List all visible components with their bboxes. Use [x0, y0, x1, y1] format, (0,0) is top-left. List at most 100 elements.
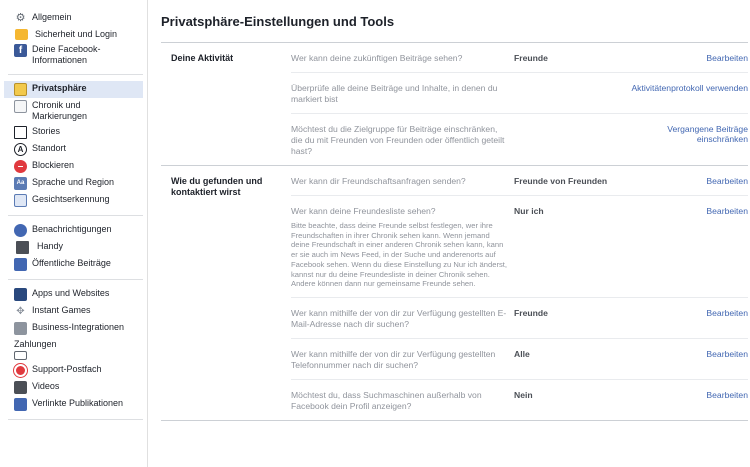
sidebar-item-label: Allgemein: [32, 12, 72, 22]
sidebar-item-instant-games[interactable]: ✥ Instant Games: [4, 303, 143, 320]
edit-link[interactable]: Bearbeiten: [619, 176, 748, 187]
lifebuoy-icon: [13, 363, 28, 378]
setting-row: Wer kann deine Freundesliste sehen? Bitt…: [291, 195, 748, 297]
sidebar-item-handy[interactable]: Handy: [4, 239, 143, 256]
timeline-icon: [14, 100, 27, 113]
setting-value: Alle: [514, 348, 530, 359]
section-gefunden-kontaktiert: Wie du gefunden und kontaktiert wirst We…: [161, 166, 748, 421]
setting-row: Möchtest du, dass Suchmaschinen außerhal…: [291, 378, 748, 420]
activity-log-link[interactable]: Aktivitätenprotokoll verwenden: [619, 83, 748, 105]
privacy-settings-panel: Privatsphäre-Einstellungen und Tools Dei…: [148, 0, 750, 467]
sidebar-divider: [8, 74, 143, 75]
sidebar-item-standort[interactable]: A Standort: [4, 141, 143, 158]
section-title: Wie du gefunden und kontaktiert wirst: [171, 176, 263, 197]
phone-icon: [16, 241, 29, 254]
sidebar-item-label: Öffentliche Beiträge: [32, 258, 111, 268]
sidebar-item-blockieren[interactable]: – Blockieren: [4, 158, 143, 175]
setting-question: Wer kann deine zukünftigen Beiträge sehe…: [291, 53, 463, 63]
setting-value: Freunde: [514, 53, 548, 63]
setting-row: Überprüfe alle deine Beiträge und Inhalt…: [291, 72, 748, 113]
sidebar-item-label: Instant Games: [32, 305, 91, 315]
film-icon: [14, 381, 27, 394]
business-icon: [14, 322, 27, 335]
edit-link[interactable]: Bearbeiten: [619, 349, 748, 371]
setting-question: Wer kann mithilfe der von dir zur Verfüg…: [291, 348, 496, 370]
setting-value: Freunde von Freunden: [514, 176, 608, 186]
sidebar-item-label: Apps und Websites: [32, 288, 110, 298]
settings-table: Deine Aktivität Wer kann deine zukünftig…: [161, 42, 748, 421]
setting-question: Möchtest du die Zielgruppe für Beiträge …: [291, 124, 505, 156]
sidebar-item-privatsphaere[interactable]: Privatsphäre: [4, 81, 143, 98]
setting-value: [514, 83, 619, 105]
sidebar-item-label: Handy: [37, 241, 64, 251]
sidebar-group-apps: Apps und Websites ✥ Instant Games Busine…: [0, 286, 147, 413]
rss-icon: [14, 258, 27, 271]
sidebar-item-label: Zahlungen: [14, 339, 57, 349]
setting-row: Wer kann deine zukünftigen Beiträge sehe…: [291, 43, 748, 72]
sidebar-item-gesichtserkennung[interactable]: Gesichtserkennung: [4, 192, 143, 209]
sidebar-item-oeffentliche-beitraege[interactable]: Öffentliche Beiträge: [4, 256, 143, 273]
setting-row: Wer kann dir Freundschaftsanfragen sende…: [291, 166, 748, 195]
edit-link[interactable]: Bearbeiten: [619, 53, 748, 64]
sidebar-item-label: Stories: [32, 126, 61, 136]
gear-icon: ⚙: [15, 12, 26, 24]
sidebar-item-sicherheit[interactable]: Sicherheit und Login: [4, 27, 143, 42]
setting-row: Wer kann mithilfe der von dir zur Verfüg…: [291, 337, 748, 379]
setting-question: Wer kann deine Freundesliste sehen?: [291, 206, 436, 216]
edit-link[interactable]: Bearbeiten: [619, 206, 748, 289]
book-icon: [14, 126, 27, 139]
sidebar-item-label: Blockieren: [32, 160, 75, 170]
edit-link[interactable]: Bearbeiten: [619, 308, 748, 330]
sidebar-item-label: Sicherheit und Login: [35, 29, 118, 39]
sidebar-item-business[interactable]: Business-Integrationen: [4, 320, 143, 337]
setting-question: Wer kann mithilfe der von dir zur Verfüg…: [291, 307, 507, 329]
sidebar-item-zahlungen[interactable]: Zahlungen: [4, 337, 143, 362]
location-icon: A: [14, 143, 27, 156]
setting-value: Nur ich: [514, 206, 544, 216]
setting-value: Freunde: [514, 307, 548, 318]
sidebar-group-account: ⚙ Allgemein Sicherheit und Login f Deine…: [0, 10, 147, 68]
facebook-icon: f: [14, 44, 27, 57]
gamepad-icon: ✥: [16, 306, 25, 317]
sidebar-item-sprache[interactable]: Aa Sprache und Region: [4, 175, 143, 192]
sidebar-item-label: Sprache und Region: [32, 177, 115, 187]
sidebar-item-label: Deine Facebook-Informationen: [32, 44, 101, 65]
privacy-lock-icon: [14, 83, 27, 96]
sidebar-item-support[interactable]: Support-Postfach: [4, 362, 143, 379]
limit-past-posts-link[interactable]: Vergangene Beiträge einschränken: [619, 124, 748, 157]
sidebar-item-apps[interactable]: Apps und Websites: [4, 286, 143, 303]
sidebar-item-label: Chronik und Markierungen: [32, 100, 88, 121]
sidebar-item-label: Support-Postfach: [32, 364, 102, 374]
globe-icon: [14, 224, 27, 237]
sidebar-item-label: Standort: [32, 143, 67, 153]
setting-row: Möchtest du die Zielgruppe für Beiträge …: [291, 113, 748, 165]
apps-icon: [14, 288, 27, 301]
edit-link[interactable]: Bearbeiten: [619, 390, 748, 412]
sidebar-item-label: Gesichtserkennung: [32, 194, 110, 204]
card-icon: [14, 351, 27, 360]
sidebar-item-verlinkte-publikationen[interactable]: Verlinkte Publikationen: [4, 396, 143, 413]
sidebar-divider: [8, 279, 143, 280]
setting-note: Bitte beachte, dass deine Freunde selbst…: [291, 221, 507, 289]
section-title: Deine Aktivität: [171, 53, 234, 63]
sidebar-item-stories[interactable]: Stories: [4, 124, 143, 141]
block-icon: –: [14, 160, 27, 173]
settings-sidebar: ⚙ Allgemein Sicherheit und Login f Deine…: [0, 0, 148, 467]
sidebar-item-videos[interactable]: Videos: [4, 379, 143, 396]
sidebar-item-benachrichtigungen[interactable]: Benachrichtigungen: [4, 222, 143, 239]
sidebar-item-label: Videos: [32, 381, 60, 391]
setting-row: Wer kann mithilfe der von dir zur Verfüg…: [291, 296, 748, 338]
sidebar-item-chronik[interactable]: Chronik und Markierungen: [4, 98, 143, 124]
publications-icon: [14, 398, 27, 411]
sidebar-item-label: Business-Integrationen: [32, 322, 125, 332]
face-recognition-icon: [14, 194, 27, 207]
lock-icon: [15, 29, 28, 40]
sidebar-item-label: Benachrichtigungen: [32, 224, 112, 234]
sidebar-item-label: Privatsphäre: [32, 83, 87, 93]
setting-question: Möchtest du, dass Suchmaschinen außerhal…: [291, 389, 482, 411]
setting-value: Nein: [514, 389, 533, 400]
sidebar-item-allgemein[interactable]: ⚙ Allgemein: [4, 10, 143, 27]
setting-question: Überprüfe alle deine Beiträge und Inhalt…: [291, 83, 498, 104]
sidebar-item-facebook-informationen[interactable]: f Deine Facebook-Informationen: [4, 42, 143, 68]
section-deine-aktivitaet: Deine Aktivität Wer kann deine zukünftig…: [161, 43, 748, 166]
